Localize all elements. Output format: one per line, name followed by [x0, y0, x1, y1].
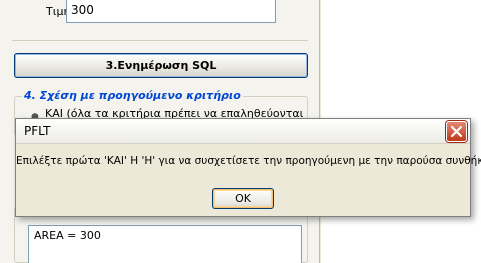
value-input[interactable]: 300 — [66, 0, 276, 23]
divider — [12, 40, 308, 41]
relation-group-title: 4. Σχέση με προηγούμενο κριτήριο — [22, 89, 243, 102]
message-dialog: PFLT Επιλέξτε πρώτα 'ΚΑΙ' Η 'Η' για να σ… — [15, 118, 481, 217]
close-button[interactable] — [446, 121, 467, 142]
dialog-message: Επιλέξτε πρώτα 'ΚΑΙ' Η 'Η' για να συσχετ… — [16, 155, 481, 167]
update-sql-button[interactable]: 3.Ενημέρωση SQL — [14, 53, 308, 78]
dialog-titlebar[interactable]: PFLT — [16, 119, 470, 144]
close-icon — [451, 126, 462, 137]
sql-textarea[interactable]: AREA = 300 — [28, 225, 302, 263]
ok-button[interactable]: OK — [212, 188, 274, 209]
dialog-title: PFLT — [24, 124, 51, 138]
